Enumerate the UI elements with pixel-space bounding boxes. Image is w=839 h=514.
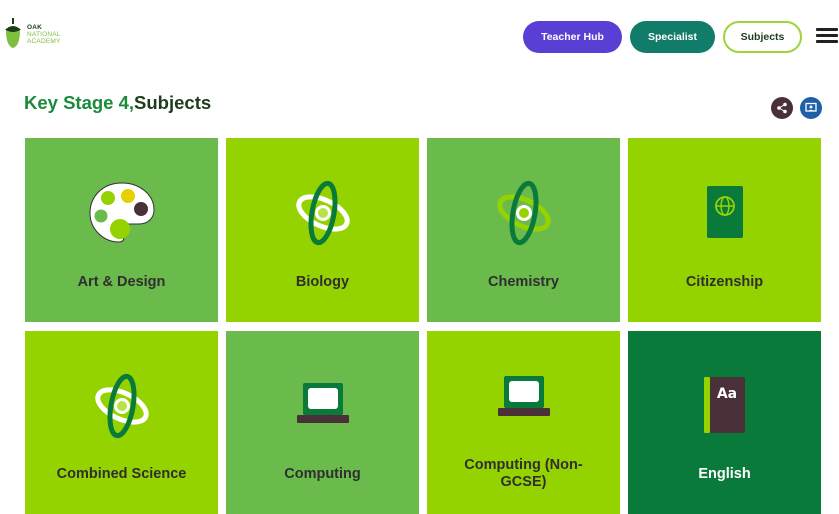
site-header: OAK NATIONAL ACADEMY Teacher Hub Special…	[0, 0, 839, 80]
subject-label: Combined Science	[56, 466, 187, 482]
subject-label: Computing	[284, 466, 361, 482]
subjects-button[interactable]: Subjects	[723, 21, 802, 53]
subject-label: Computing (Non-GCSE)	[464, 457, 583, 490]
palette-icon	[87, 180, 157, 251]
teacher-hub-button[interactable]: Teacher Hub	[523, 21, 622, 53]
specialist-button[interactable]: Specialist	[630, 21, 715, 53]
subject-label: Chemistry	[488, 274, 559, 290]
subject-card-citizenship[interactable]: Citizenship	[628, 138, 821, 322]
laptop-icon	[295, 381, 351, 432]
subject-card-chemistry[interactable]: Chemistry	[427, 138, 620, 322]
logo-text: OAK NATIONAL ACADEMY	[27, 24, 61, 45]
subject-label: Biology	[295, 274, 350, 290]
subject-label: English	[698, 466, 751, 482]
oak-logo[interactable]: OAK NATIONAL ACADEMY	[3, 16, 61, 52]
subject-card-computing-non-gcse[interactable]: Computing (Non-GCSE)	[427, 331, 620, 514]
subject-label: Citizenship	[685, 274, 764, 290]
subjects-label: Subjects	[134, 92, 212, 113]
atom-icon	[494, 178, 554, 253]
subject-card-english[interactable]: Aa English	[628, 331, 821, 514]
present-icon[interactable]	[800, 97, 822, 119]
laptop-icon	[496, 374, 552, 425]
page-title: Key Stage 4,Subjects	[24, 92, 211, 114]
logo-line-1: OAK	[27, 23, 43, 31]
subject-card-computing[interactable]: Computing	[226, 331, 419, 514]
passport-icon	[705, 184, 745, 245]
acorn-icon	[3, 16, 23, 52]
share-icon[interactable]	[771, 97, 793, 119]
atom-icon	[92, 371, 152, 446]
subject-card-combined-science[interactable]: Combined Science	[25, 331, 218, 514]
logo-line-3: ACADEMY	[27, 37, 61, 45]
subject-card-biology[interactable]: Biology	[226, 138, 419, 322]
subject-card-art-design[interactable]: Art & Design	[25, 138, 218, 322]
subject-label: Art & Design	[77, 274, 166, 290]
book-icon: Aa	[702, 374, 748, 441]
logo-line-2: NATIONAL	[27, 30, 61, 38]
hamburger-menu-icon[interactable]	[816, 28, 838, 46]
key-stage-label: Key Stage 4,	[24, 92, 135, 113]
atom-icon	[293, 178, 353, 253]
svg-text:Aa: Aa	[716, 386, 736, 402]
